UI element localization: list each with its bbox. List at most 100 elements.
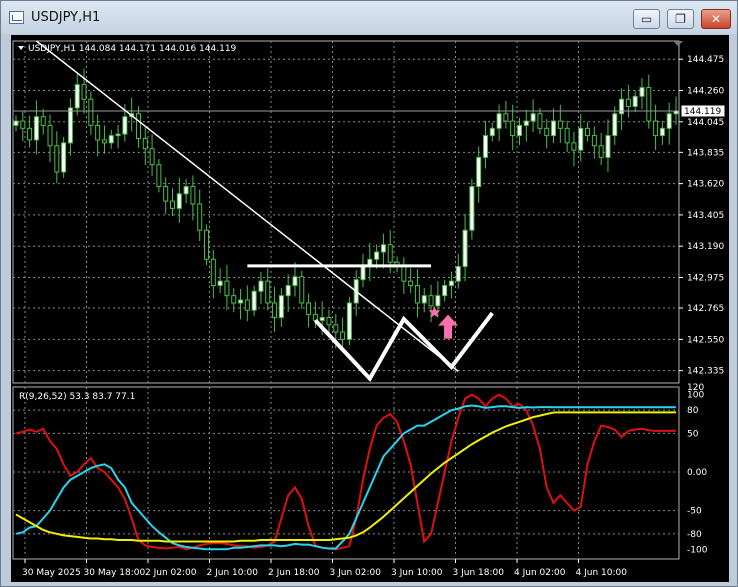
candle-body [333, 324, 339, 333]
candle-body [169, 200, 175, 209]
candle-body [210, 258, 216, 286]
candle-body [54, 145, 60, 173]
price-pane-frame [12, 40, 680, 384]
candle-body [13, 120, 19, 126]
candle-body [530, 113, 536, 122]
oscillator-series-line-3 [15, 411, 676, 543]
chart-canvas[interactable]: 30 May 2025 30 May 18:00 2 Jun 02:00 2 Jun … [11, 35, 729, 582]
candle-body [421, 295, 427, 304]
candle-body [571, 142, 577, 151]
price-tick-label: 142.335 [687, 367, 724, 377]
maximize-button[interactable]: ❐ [667, 9, 694, 29]
candle-body [428, 295, 434, 307]
candle-body [204, 229, 210, 260]
candle-body [47, 124, 53, 147]
candle-body [183, 186, 189, 195]
x-tick-label: 2 Jun 18:00 [268, 568, 320, 578]
x-tick-label: 2 Jun 02:00 [145, 568, 197, 578]
candle-body [598, 145, 604, 158]
x-tick-label: 30 May 2025 [22, 568, 81, 578]
price-tick-label: 144.475 [687, 55, 724, 65]
candle-body [258, 280, 264, 292]
candle-body [523, 120, 529, 126]
price-tick-label: 143.835 [687, 148, 724, 158]
candle-body [217, 280, 223, 286]
chart-area[interactable]: 30 May 2025 30 May 18:00 2 Jun 02:00 2 Jun … [11, 35, 729, 582]
candle-body [238, 299, 244, 304]
osc-tick-label: -80 [687, 530, 702, 540]
x-tick-label: 3 Jun 18:00 [453, 568, 505, 578]
price-tick-label: 144.045 [687, 118, 724, 128]
candle-body [551, 120, 557, 137]
candle-body [108, 135, 114, 144]
candle-body [231, 295, 237, 304]
w-pattern [313, 311, 494, 382]
price-header-label: USDJPY,H1 144.084 144.171 144.016 144.11… [28, 44, 237, 54]
current-price-label: 144.119 [684, 107, 721, 117]
x-tick-label: 3 Jun 02:00 [330, 568, 382, 578]
candle-body [517, 124, 523, 137]
candle-body [380, 244, 386, 253]
candle-body [374, 251, 380, 260]
candle-body [462, 229, 468, 268]
candle-body [251, 290, 257, 311]
candle-body [278, 295, 284, 319]
candle-body [163, 186, 169, 202]
price-tick-label: 144.260 [687, 86, 724, 96]
candle-body [292, 276, 298, 286]
oscillator-series-line-2 [15, 404, 676, 551]
candle-body [455, 266, 461, 282]
candle-body [442, 284, 448, 297]
price-tick-label: 143.405 [687, 211, 724, 221]
minimize-button[interactable]: ▭ [633, 9, 660, 29]
x-tick-label: 4 Jun 02:00 [514, 568, 566, 578]
candle-body [605, 135, 611, 158]
osc-tick-label: 0.00 [687, 468, 707, 478]
title-bar[interactable]: USDJPY,H1 ▭ ❐ ✕ [1, 1, 737, 34]
candle-body [244, 299, 250, 311]
candle-body [285, 284, 291, 297]
candle-body [156, 164, 162, 188]
candle-body [585, 127, 591, 137]
candle-body [306, 302, 312, 316]
candle-body [646, 87, 652, 122]
osc-tick-label: 100 [687, 391, 704, 401]
candle-body [612, 113, 618, 137]
candle-body [625, 98, 631, 107]
header-dropdown-icon[interactable] [18, 46, 24, 50]
candle-body [33, 116, 39, 141]
candle-body [20, 120, 26, 129]
candle-body [101, 139, 107, 144]
x-tick-label: 2 Jun 10:00 [207, 568, 259, 578]
candle-body [408, 280, 414, 286]
candle-body [61, 142, 67, 173]
candle-body [469, 186, 475, 231]
window-title: USDJPY,H1 [31, 10, 101, 25]
candle-body [115, 133, 121, 137]
chart-window-icon [9, 11, 24, 24]
candle-body [340, 331, 346, 340]
candle-body [659, 127, 665, 137]
candle-body [67, 107, 73, 144]
candle-body [346, 302, 352, 340]
candle-body [448, 280, 454, 286]
x-tick-label: 3 Jun 10:00 [391, 568, 443, 578]
candle-body [414, 284, 420, 304]
price-tick-label: 143.620 [687, 180, 724, 190]
candle-body [578, 127, 584, 151]
osc-tick-label: 80 [687, 406, 699, 416]
candle-body [544, 127, 550, 137]
chart-shift-marker[interactable] [673, 41, 683, 46]
price-tick-label: 142.550 [687, 335, 724, 345]
osc-tick-label: -100 [687, 545, 708, 555]
candle-body [265, 280, 271, 304]
candle-body [482, 135, 488, 158]
candle-body [95, 124, 101, 141]
candle-body [537, 113, 543, 129]
close-button[interactable]: ✕ [701, 9, 731, 29]
candle-body [557, 120, 563, 129]
candle-body [360, 266, 366, 281]
candle-body [387, 244, 393, 263]
candle-body [503, 113, 509, 122]
candle-body [272, 302, 278, 319]
